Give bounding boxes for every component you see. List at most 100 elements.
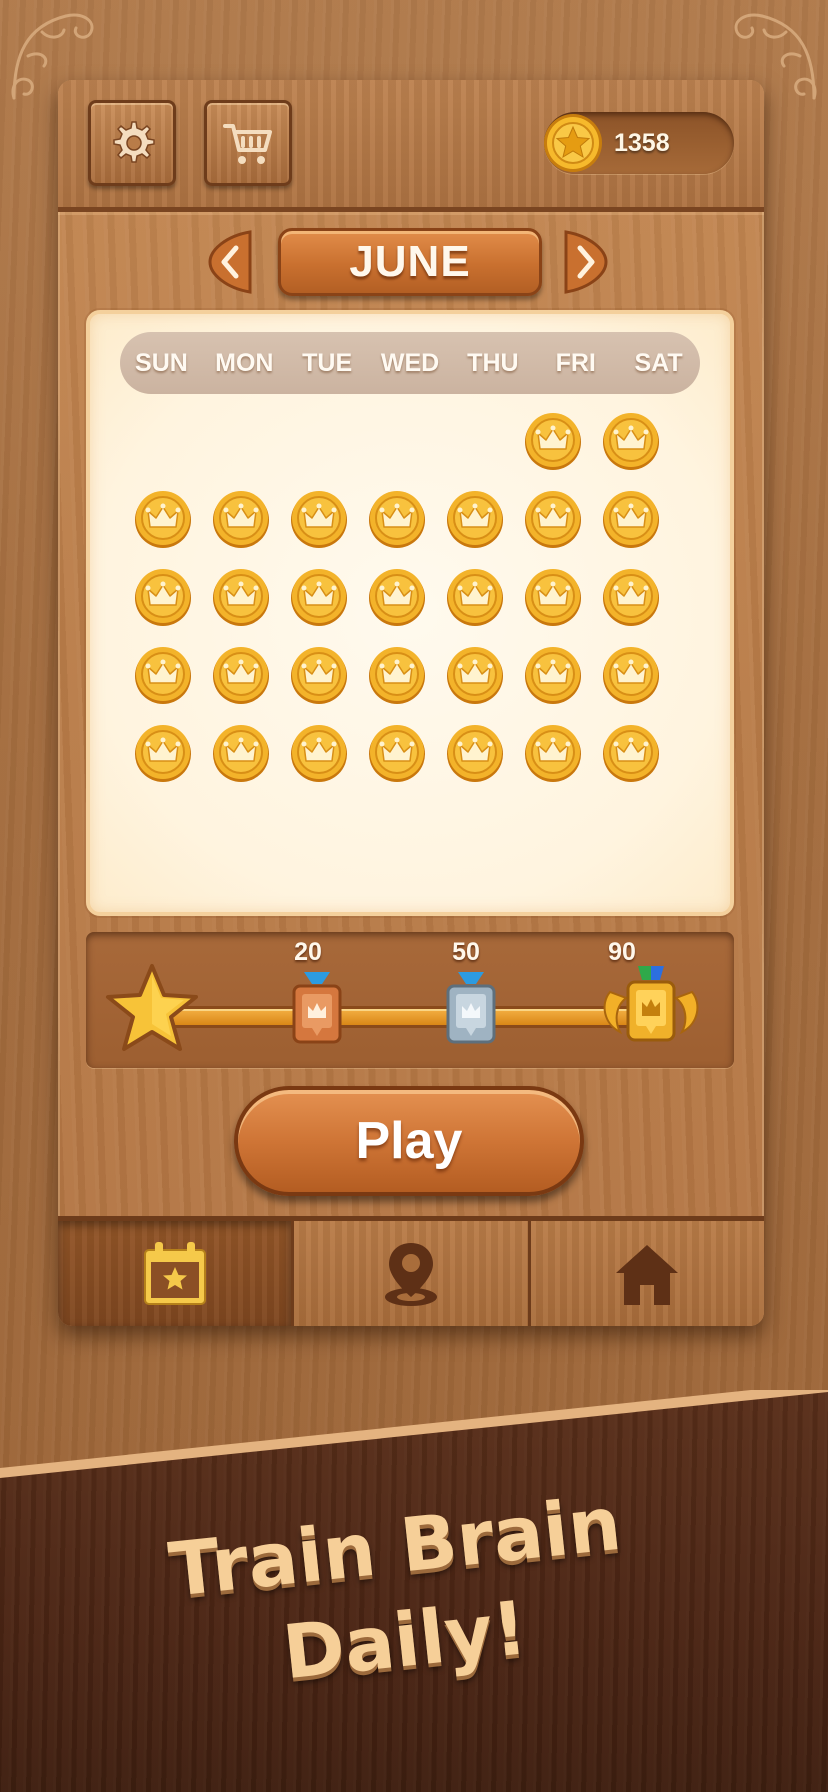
milestone-value: 50 [452,938,480,966]
next-month-button[interactable] [564,228,610,296]
map-pin-icon [384,1242,437,1306]
crown-coin-icon [603,647,659,704]
play-label: Play [355,1112,463,1170]
crown-coin-icon [135,491,191,548]
crown-coin-icon [369,491,425,548]
calendar-day[interactable] [592,558,670,636]
calendar-day[interactable] [514,558,592,636]
weekday-label: THU [467,349,519,377]
calendar-day[interactable] [280,558,358,636]
calendar-day[interactable] [124,480,202,558]
cart-icon [223,124,272,164]
calendar-day[interactable] [280,480,358,558]
crown-coin-icon [369,647,425,704]
weekday-label: MON [215,349,274,377]
crown-coin-icon [369,725,425,782]
calendar-day[interactable] [280,636,358,714]
calendar-day[interactable] [514,714,592,792]
nav-item-map[interactable] [294,1221,531,1326]
milestone-value: 20 [294,938,322,966]
crown-coin-icon [447,569,503,626]
calendar-day[interactable] [592,480,670,558]
calendar-day[interactable] [358,558,436,636]
reward-progress: 20 50 90 [86,932,734,1068]
gold-trophy-icon[interactable] [598,962,704,1052]
crown-coin-icon [525,569,581,626]
calendar-day[interactable] [202,558,280,636]
calendar-day[interactable] [436,558,514,636]
settings-button[interactable] [88,100,176,186]
crown-coin-icon [213,569,269,626]
crown-coin-icon [369,569,425,626]
top-bar: 1358 [58,80,764,212]
crown-coin-icon [213,491,269,548]
silver-medal-icon[interactable] [440,970,502,1048]
crown-coin-icon [291,569,347,626]
calendar-day[interactable] [592,402,670,480]
crown-coin-icon [291,491,347,548]
calendar-star-icon [143,1241,206,1305]
bronze-medal-icon[interactable] [286,970,348,1048]
coin-count: 1358 [614,129,670,157]
empty-day-cell [124,402,202,480]
day-grid [124,402,684,792]
calendar-day[interactable] [124,558,202,636]
nav-item-home[interactable] [530,1221,764,1326]
calendar-day[interactable] [592,714,670,792]
weekday-label: WED [380,349,440,377]
star-icon [106,964,198,1051]
empty-day-cell [436,402,514,480]
calendar-day[interactable] [436,480,514,558]
star-coin-icon [544,114,602,172]
crown-coin-icon [447,491,503,548]
home-icon [616,1244,679,1305]
crown-coin-icon [447,647,503,704]
empty-day-cell [202,402,280,480]
crown-coin-icon [603,569,659,626]
crown-coin-icon [525,647,581,704]
calendar-day[interactable] [202,636,280,714]
bottom-nav [58,1216,764,1326]
crown-coin-icon [213,647,269,704]
crown-coin-icon [291,647,347,704]
nav-item-daily-calendar[interactable] [58,1221,295,1326]
calendar-day[interactable] [202,714,280,792]
crown-coin-icon [135,647,191,704]
crown-coin-icon [213,725,269,782]
chevron-right-icon [564,230,608,294]
calendar-day[interactable] [358,714,436,792]
weekday-label: SUN [135,349,188,377]
calendar-day[interactable] [514,636,592,714]
calendar-day[interactable] [124,714,202,792]
gear-icon [113,121,155,163]
crown-coin-icon [525,491,581,548]
shop-button[interactable] [204,100,292,186]
prev-month-button[interactable] [206,228,252,296]
crown-coin-icon [603,491,659,548]
empty-day-cell [358,402,436,480]
calendar-day[interactable] [358,636,436,714]
calendar-day[interactable] [436,636,514,714]
calendar-day[interactable] [202,480,280,558]
empty-day-cell [280,402,358,480]
calendar-day[interactable] [514,402,592,480]
calendar-day[interactable] [514,480,592,558]
crown-coin-icon [447,725,503,782]
crown-coin-icon [525,413,581,470]
play-button[interactable]: Play [234,1086,584,1196]
weekday-label: TUE [302,349,353,377]
progress-track [166,1009,666,1025]
calendar-day[interactable] [436,714,514,792]
calendar-day[interactable] [592,636,670,714]
calendar-day[interactable] [358,480,436,558]
crown-coin-icon [135,569,191,626]
calendar-day[interactable] [280,714,358,792]
month-text: JUNE [349,237,471,286]
daily-challenge-board: 1358 JUNE SUN MON TUE WED THU FRI SAT 20 [58,80,764,1326]
crown-coin-icon [291,725,347,782]
crown-coin-icon [603,413,659,470]
calendar-day[interactable] [124,636,202,714]
weekday-label: FRI [555,349,596,377]
crown-coin-icon [525,725,581,782]
crown-coin-icon [135,725,191,782]
